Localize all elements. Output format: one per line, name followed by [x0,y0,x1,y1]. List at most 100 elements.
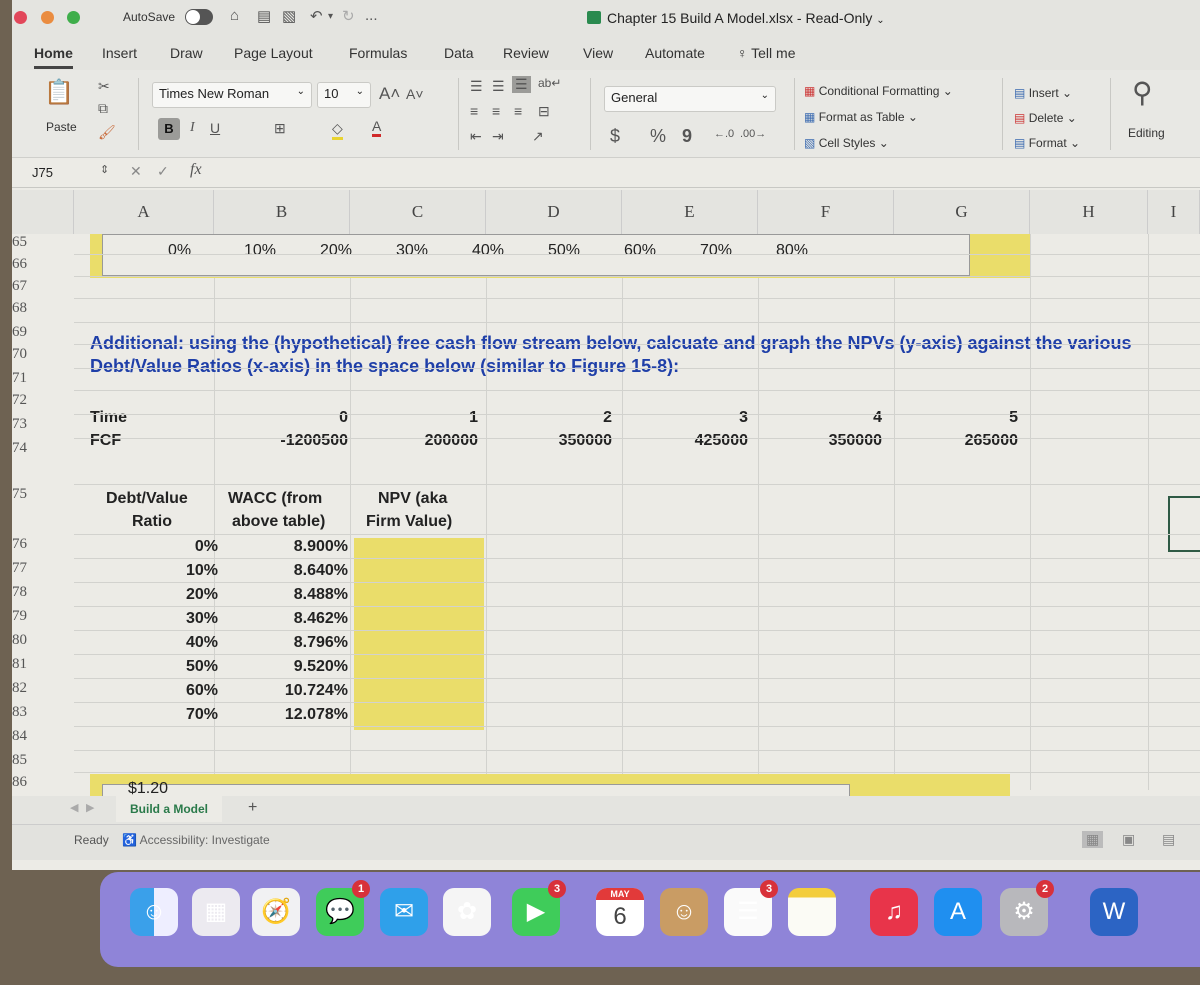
decrease-decimal-icon[interactable]: .00→ [740,128,766,140]
row-header-74[interactable]: 74 [12,440,74,457]
enter-icon[interactable]: ✓ [157,163,169,180]
undo-icon[interactable]: ↶ [310,7,323,25]
row-header-85[interactable]: 85 [12,752,74,769]
wacc-cell[interactable]: 8.640% [294,562,348,580]
currency-button[interactable]: $ [610,126,620,147]
add-sheet-button[interactable]: + [248,799,257,817]
orientation-icon[interactable]: ↗ [532,128,544,145]
font-color-icon[interactable]: A [372,118,382,137]
column-header-d[interactable]: D [486,190,622,234]
column-header-e[interactable]: E [622,190,758,234]
scroll-sheets-left-icon[interactable]: ◀ [70,801,78,814]
close-window-button[interactable] [14,11,27,24]
paste-icon[interactable]: 📋 [44,78,74,107]
tab-automate[interactable]: Automate [645,45,705,61]
dock-app-system-settings-icon[interactable]: ⚙ 2 [1000,880,1054,936]
dock-app-calendar-icon[interactable]: MAY 6 [596,888,644,936]
minimize-window-button[interactable] [41,11,54,24]
time-cell[interactable]: 0 [339,409,348,427]
insert-function-button[interactable]: fx [190,161,202,179]
fcf-cell[interactable]: 200000 [425,432,478,450]
borders-icon[interactable]: ⊞ [274,120,286,137]
increase-indent-icon[interactable]: ⇥ [492,128,504,145]
row-header-77[interactable]: 77 [12,560,74,577]
column-header-h[interactable]: H [1030,190,1148,234]
column-header-i[interactable]: I [1148,190,1200,234]
dock-app-reminders-icon[interactable]: ☰ 3 [724,880,778,936]
row-header-75[interactable]: 75 [12,486,74,503]
time-cell[interactable]: 5 [1009,409,1018,427]
align-left-icon[interactable]: ≡ [470,103,478,119]
dv-ratio-cell[interactable]: 60% [186,682,218,700]
tab-data[interactable]: Data [444,45,474,61]
dock-app-messages-icon[interactable]: 💬 1 [316,880,370,936]
number-format-select[interactable]: General ⌄ [604,86,776,112]
document-title[interactable]: Chapter 15 Build A Model.xlsx - Read-Onl… [587,10,885,26]
underline-button[interactable]: U [210,120,220,136]
dock-app-mail-icon[interactable]: ✉ [380,888,428,936]
more-commands-button[interactable]: ... [365,7,378,24]
font-size-select[interactable]: 10 ⌄ [317,82,371,108]
copy-icon[interactable]: ⧉ [98,100,108,117]
percent-button[interactable]: % [650,126,666,147]
row-header-67[interactable]: 67 [12,278,74,295]
format-as-table-button[interactable]: ▦ Format as Table ⌄ [804,110,918,124]
align-middle-icon[interactable]: ☰ [492,78,505,95]
dock-app-music-icon[interactable]: ♫ [870,888,918,936]
wacc-cell[interactable]: 8.462% [294,610,348,628]
scroll-sheets-right-icon[interactable]: ▶ [86,801,94,814]
row-header-71[interactable]: 71 [12,370,74,387]
tab-insert[interactable]: Insert [102,45,137,61]
dock-app-safari-icon[interactable]: 🧭 [252,888,300,936]
cell-styles-button[interactable]: ▧ Cell Styles ⌄ [804,136,889,150]
row-header-83[interactable]: 83 [12,704,74,721]
wacc-cell[interactable]: 8.796% [294,634,348,652]
fcf-cell[interactable]: 265000 [965,432,1018,450]
column-header-c[interactable]: C [350,190,486,234]
cut-icon[interactable]: ✂ [98,78,110,95]
dock-app-photos-icon[interactable]: ✿ [443,888,491,936]
tab-draw[interactable]: Draw [170,45,203,61]
format-cells-button[interactable]: ▤ Format ⌄ [1014,136,1080,150]
row-header-70[interactable]: 70 [12,346,74,363]
dv-ratio-cell[interactable]: 70% [186,706,218,724]
row-header-72[interactable]: 72 [12,392,74,409]
insert-cells-button[interactable]: ▤ Insert ⌄ [1014,86,1072,100]
align-center-icon[interactable]: ≡ [492,103,500,119]
row-header-68[interactable]: 68 [12,300,74,317]
row-header-79[interactable]: 79 [12,608,74,625]
page-layout-view-icon[interactable]: ▣ [1122,831,1135,848]
decrease-indent-icon[interactable]: ⇤ [470,128,482,145]
dock-app-launchpad-icon[interactable]: ▦ [192,888,240,936]
dock-app-word-icon[interactable]: W [1090,888,1138,936]
column-header-f[interactable]: F [758,190,894,234]
fcf-cell[interactable]: -1200500 [280,432,348,450]
wacc-cell[interactable]: 8.488% [294,586,348,604]
sheet-tab-build-a-model[interactable]: Build a Model [116,796,222,822]
name-box[interactable]: J75 [32,165,53,180]
fill-color-icon[interactable]: ◇ [332,120,343,140]
wrap-text-icon[interactable]: ab↵ [538,76,561,90]
italic-button[interactable]: I [190,120,195,136]
dock-app-app-store-icon[interactable]: A [934,888,982,936]
home-icon[interactable]: ⌂ [230,7,239,24]
dv-ratio-cell[interactable]: 20% [186,586,218,604]
row-header-66[interactable]: 66 [12,256,74,273]
dv-ratio-cell[interactable]: 30% [186,610,218,628]
cancel-icon[interactable]: ✕ [130,163,142,180]
fcf-cell[interactable]: 350000 [559,432,612,450]
column-header-g[interactable]: G [894,190,1030,234]
name-box-stepper[interactable]: ⇕ [100,163,109,176]
column-header-b[interactable]: B [214,190,350,234]
row-header-78[interactable]: 78 [12,584,74,601]
font-name-select[interactable]: Times New Roman ⌄ [152,82,312,108]
conditional-formatting-button[interactable]: ▦ Conditional Formatting ⌄ [804,84,953,98]
comma-style-button[interactable]: 9 [682,126,692,147]
row-header-80[interactable]: 80 [12,632,74,649]
tab-review[interactable]: Review [503,45,549,61]
spreadsheet-grid[interactable]: A B C D E F G H I 0% 10% 20% 30% 40% 50% 60% 70… [12,190,1200,824]
dock-app-contacts-icon[interactable]: ☺ [660,888,708,936]
column-header-a[interactable]: A [74,190,214,234]
paste-label[interactable]: Paste [46,120,77,134]
row-header-86[interactable]: 86 [12,774,74,791]
